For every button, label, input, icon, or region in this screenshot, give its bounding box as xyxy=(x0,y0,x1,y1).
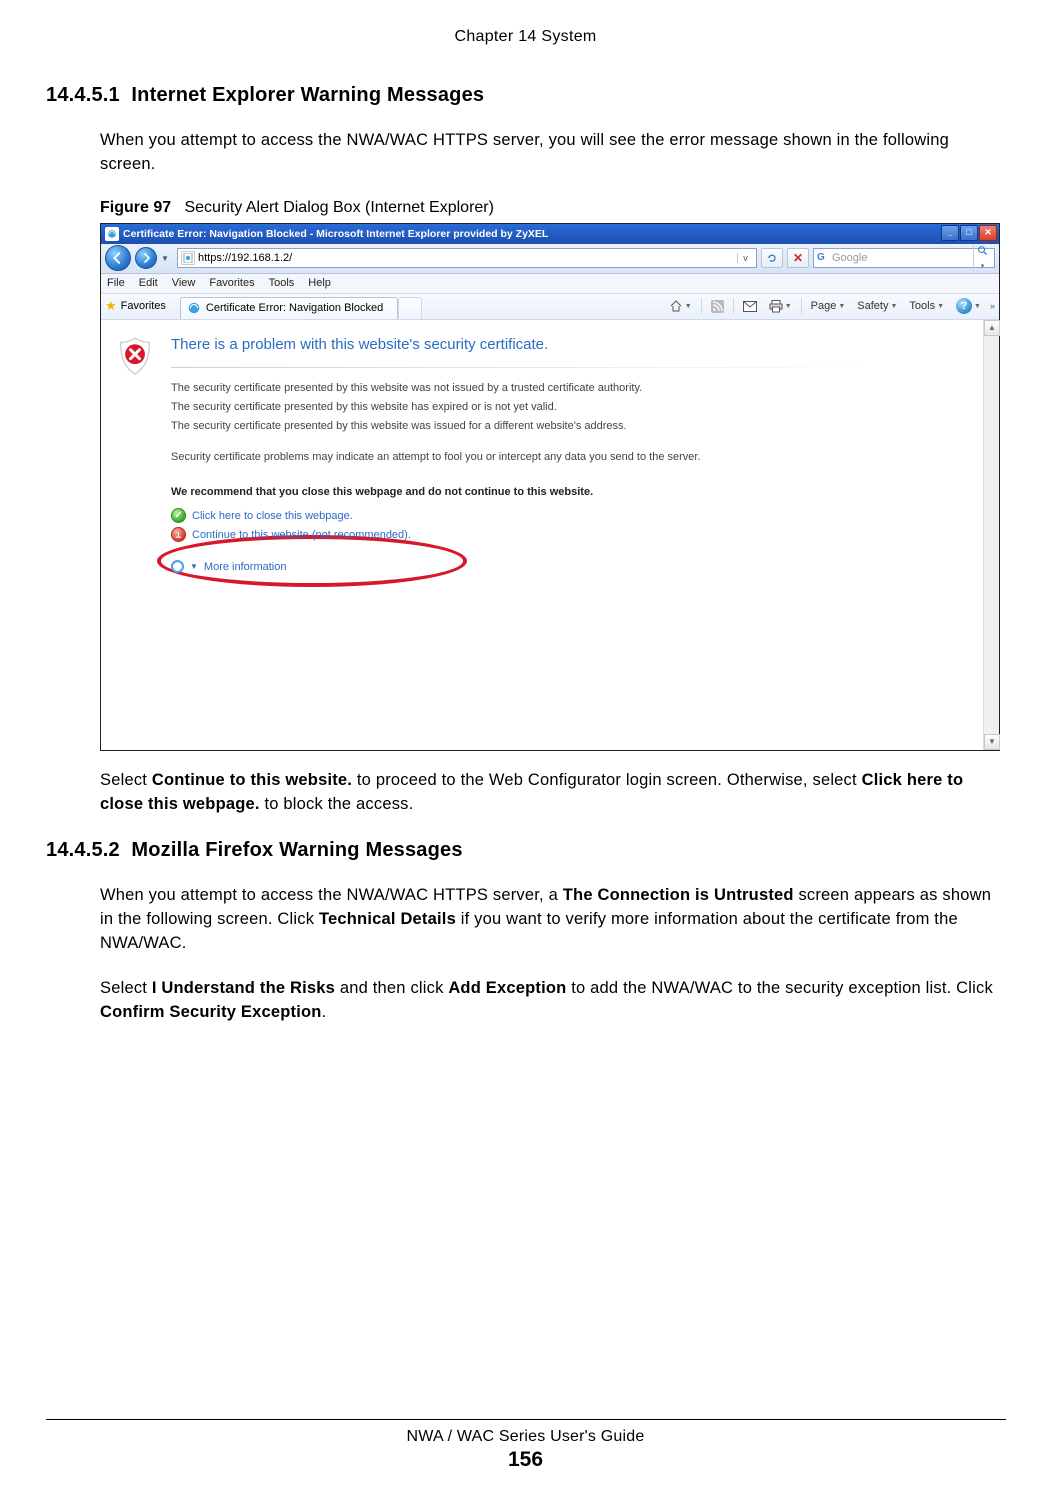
cert-error-heading: There is a problem with this website's s… xyxy=(171,336,967,353)
cert-error-page: There is a problem with this website's s… xyxy=(101,320,983,750)
cert-reason-2: The security certificate presented by th… xyxy=(171,399,967,416)
arrow-left-icon xyxy=(112,252,124,264)
url-dropdown-icon[interactable]: v xyxy=(737,253,753,263)
cmd-home[interactable]: ▼ xyxy=(666,299,695,313)
window-titlebar: Certificate Error: Navigation Blocked - … xyxy=(101,224,999,244)
section-heading-ie: 14.4.5.1 Internet Explorer Warning Messa… xyxy=(46,84,1005,107)
page-icon xyxy=(181,251,195,265)
section2-p1: When you attempt to access the NWA/WAC H… xyxy=(100,884,1005,956)
cmd-read-mail[interactable] xyxy=(740,301,760,312)
mail-icon xyxy=(743,301,757,312)
scroll-down-icon[interactable]: ▼ xyxy=(984,734,1000,750)
shield-error-icon xyxy=(117,336,153,376)
stop-button[interactable]: ✕ xyxy=(787,248,809,268)
rss-icon xyxy=(711,300,724,313)
section-number: 14.4.5.1 xyxy=(46,84,120,106)
more-info-link[interactable]: More information xyxy=(204,561,287,573)
browser-content-area: There is a problem with this website's s… xyxy=(101,320,999,750)
close-webpage-link[interactable]: Click here to close this webpage. xyxy=(192,510,353,522)
menu-bar: File Edit View Favorites Tools Help xyxy=(101,274,999,294)
help-icon: ? xyxy=(956,298,972,314)
forward-button[interactable] xyxy=(135,247,157,269)
scroll-up-icon[interactable]: ▲ xyxy=(984,320,1000,336)
home-icon xyxy=(669,299,683,313)
window-title: Certificate Error: Navigation Blocked - … xyxy=(123,228,548,240)
page-footer: NWA / WAC Series User's Guide 156 xyxy=(0,1419,1051,1472)
cmd-safety-menu[interactable]: Safety▼ xyxy=(854,300,900,312)
address-bar[interactable]: https://192.168.1.2/ v xyxy=(177,248,757,268)
close-button[interactable]: ✕ xyxy=(979,225,997,241)
nav-toolbar: ▼ https://192.168.1.2/ v ✕ G Google ▾ xyxy=(101,244,999,274)
google-icon: G xyxy=(817,252,829,264)
section2-title: Mozilla Firefox Warning Messages xyxy=(131,839,462,861)
section2-p2: Select I Understand the Risks and then c… xyxy=(100,977,1005,1025)
check-circle-icon: ✓ xyxy=(171,508,186,523)
chapter-header: Chapter 14 System xyxy=(46,28,1005,46)
chevron-down-icon: ▼ xyxy=(190,562,198,571)
cert-warning: Security certificate problems may indica… xyxy=(171,449,967,466)
tab-title: Certificate Error: Navigation Blocked xyxy=(206,302,383,314)
continue-link-row: Continue to this website (not recommende… xyxy=(171,527,967,542)
search-placeholder: Google xyxy=(832,252,970,264)
menu-view[interactable]: View xyxy=(172,277,196,289)
cmd-feeds[interactable] xyxy=(708,300,727,313)
close-webpage-link-row: ✓ Click here to close this webpage. xyxy=(171,508,967,523)
menu-edit[interactable]: Edit xyxy=(139,277,158,289)
ie-window-screenshot: Certificate Error: Navigation Blocked - … xyxy=(100,223,1000,751)
back-button[interactable] xyxy=(105,245,131,271)
footer-page-number: 156 xyxy=(0,1448,1051,1472)
cmd-tools-menu[interactable]: Tools▼ xyxy=(906,300,947,312)
stop-icon: ✕ xyxy=(793,251,803,265)
tab-strip: Certificate Error: Navigation Blocked xyxy=(180,294,422,319)
overflow-chevron-icon[interactable]: » xyxy=(990,301,995,311)
expand-circle-icon xyxy=(171,560,184,573)
maximize-button[interactable]: □ xyxy=(960,225,978,241)
minimize-button[interactable]: _ xyxy=(941,225,959,241)
continue-website-link[interactable]: Continue to this website (not recommende… xyxy=(192,529,411,541)
nav-history-dropdown[interactable]: ▼ xyxy=(161,254,173,263)
window-controls: _ □ ✕ xyxy=(941,225,997,241)
arrow-right-icon xyxy=(141,253,151,263)
cert-reason-1: The security certificate presented by th… xyxy=(171,380,967,397)
tab-favicon-icon xyxy=(187,301,201,315)
browser-tab-active[interactable]: Certificate Error: Navigation Blocked xyxy=(180,297,398,319)
figure-label: Figure 97 xyxy=(100,199,171,216)
warning-circle-icon xyxy=(171,527,186,542)
figure-caption: Figure 97 Security Alert Dialog Box (Int… xyxy=(100,199,1005,217)
favorites-star-icon[interactable]: ★ xyxy=(105,298,117,314)
more-info-row: ▼ More information xyxy=(171,560,967,573)
footer-guide-title: NWA / WAC Series User's Guide xyxy=(0,1428,1051,1446)
url-text: https://192.168.1.2/ xyxy=(198,252,734,264)
magnifier-icon xyxy=(977,245,988,256)
footer-rule xyxy=(46,1419,1006,1420)
section2-number: 14.4.5.2 xyxy=(46,839,120,861)
search-go-button[interactable]: ▾ xyxy=(973,245,991,271)
refresh-button[interactable] xyxy=(761,248,783,268)
section1-intro: When you attempt to access the NWA/WAC H… xyxy=(100,129,1005,177)
cmd-page-menu[interactable]: Page▼ xyxy=(808,300,849,312)
refresh-icon xyxy=(766,252,778,264)
section-title: Internet Explorer Warning Messages xyxy=(131,84,484,106)
menu-favorites[interactable]: Favorites xyxy=(209,277,254,289)
divider xyxy=(171,367,887,368)
vertical-scrollbar[interactable]: ▲ ▼ xyxy=(983,320,999,750)
favorites-label[interactable]: Favorites xyxy=(121,300,166,312)
search-box[interactable]: G Google ▾ xyxy=(813,248,995,268)
command-bar: ▼ ▼ Page▼ Safety▼ Tools▼ ?▼ xyxy=(666,298,995,314)
cert-recommend: We recommend that you close this webpage… xyxy=(171,486,967,498)
document-page: Chapter 14 System 14.4.5.1 Internet Expl… xyxy=(0,0,1051,1508)
new-tab-button[interactable] xyxy=(398,297,422,319)
section-heading-firefox: 14.4.5.2 Mozilla Firefox Warning Message… xyxy=(46,839,1005,862)
ie-favicon-icon xyxy=(105,227,119,241)
cmd-print[interactable]: ▼ xyxy=(766,300,795,313)
section1-after-text: Select Continue to this website. to proc… xyxy=(100,769,1005,817)
figure-caption-text: Security Alert Dialog Box (Internet Expl… xyxy=(184,199,493,216)
cert-reason-3: The security certificate presented by th… xyxy=(171,418,967,435)
printer-icon xyxy=(769,300,783,313)
menu-help[interactable]: Help xyxy=(308,277,331,289)
menu-tools[interactable]: Tools xyxy=(269,277,295,289)
favorites-bar: ★ Favorites Certificate Error: Navigatio… xyxy=(101,294,999,320)
menu-file[interactable]: File xyxy=(107,277,125,289)
cmd-help[interactable]: ?▼ xyxy=(953,298,984,314)
